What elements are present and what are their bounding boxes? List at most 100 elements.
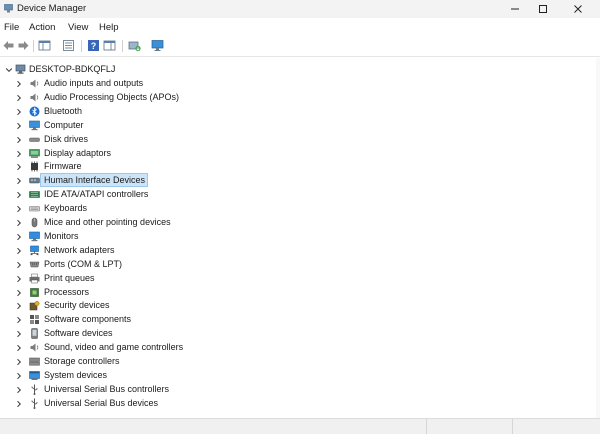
show-hide-console-tree-icon[interactable] — [38, 39, 51, 52]
processor-icon — [30, 287, 39, 297]
tree-item-label: Software devices — [44, 328, 113, 339]
tree-item[interactable]: Storage controllers — [0, 355, 300, 368]
speaker-icon — [30, 343, 39, 352]
chevron-right-icon[interactable] — [15, 94, 23, 102]
tree-item[interactable]: IDE ATA/ATAPI controllers — [0, 188, 300, 201]
tree-item[interactable]: Processors — [0, 286, 300, 299]
network-icon — [30, 245, 39, 255]
chevron-right-icon[interactable] — [15, 400, 23, 408]
status-bar — [0, 418, 600, 434]
back-icon[interactable] — [2, 39, 15, 52]
tree-item-label: Storage controllers — [44, 356, 120, 366]
properties-icon[interactable] — [62, 39, 75, 52]
monitor-icon[interactable] — [151, 39, 164, 52]
tree-item-label: IDE ATA/ATAPI controllers — [44, 189, 149, 200]
tree-item[interactable]: Software devices — [0, 327, 300, 340]
vertical-scrollbar[interactable] — [596, 58, 600, 418]
menu-bar: File Action View Help — [0, 19, 600, 35]
tree-item[interactable]: Sound, video and game controllers — [0, 341, 300, 354]
chevron-right-icon[interactable] — [15, 386, 23, 394]
chevron-right-icon[interactable] — [15, 247, 23, 255]
monitor-icon — [29, 231, 40, 242]
tree-item[interactable]: Ports (COM & LPT) — [0, 258, 300, 271]
tree-item[interactable]: System devices — [0, 369, 300, 382]
chevron-right-icon[interactable] — [15, 330, 23, 338]
software-component-icon — [30, 315, 39, 325]
chevron-right-icon[interactable] — [15, 372, 23, 380]
chevron-right-icon[interactable] — [15, 122, 23, 130]
chevron-right-icon[interactable] — [15, 80, 23, 88]
tree-item-label: Security devices — [44, 300, 110, 311]
tree-item[interactable]: Mice and other pointing devices — [0, 216, 300, 229]
svg-text:?: ? — [91, 41, 97, 51]
tree-item[interactable]: Universal Serial Bus controllers — [0, 383, 300, 396]
tree-item[interactable]: Keyboards — [0, 202, 300, 215]
tree-item[interactable]: Print queues — [0, 272, 300, 285]
chevron-right-icon[interactable] — [15, 275, 23, 283]
tree-item[interactable]: Monitors — [0, 230, 300, 243]
status-divider — [512, 419, 513, 434]
toolbar-separator — [81, 40, 82, 52]
tree-item-label: Print queues — [44, 272, 95, 283]
software-device-icon — [31, 328, 38, 339]
menu-view[interactable]: View — [68, 22, 88, 33]
tree-item-label: Universal Serial Bus devices — [44, 397, 159, 408]
tree-item-label: Ports (COM & LPT) — [44, 258, 123, 269]
tree-item[interactable]: Bluetooth — [0, 105, 300, 118]
tree-item[interactable]: Disk drives — [0, 133, 300, 146]
update-driver-icon[interactable] — [128, 39, 141, 52]
hid-icon — [29, 178, 40, 184]
menu-action[interactable]: Action — [29, 22, 55, 33]
tree-item[interactable]: Security devices — [0, 299, 300, 312]
maximize-icon — [539, 5, 547, 13]
chevron-right-icon[interactable] — [15, 289, 23, 297]
tree-item-label: Universal Serial Bus controllers — [44, 383, 170, 394]
tree-item-label: Computer — [44, 119, 84, 130]
chip-icon — [31, 161, 38, 172]
forward-icon[interactable] — [17, 39, 30, 52]
tree-item[interactable]: Firmware — [0, 160, 300, 173]
chevron-right-icon[interactable] — [15, 108, 23, 116]
chevron-right-icon[interactable] — [15, 191, 23, 199]
display-adapter-icon — [29, 148, 40, 158]
chevron-right-icon[interactable] — [15, 302, 23, 310]
tree-item[interactable]: Network adapters — [0, 244, 300, 257]
usb-icon — [31, 398, 38, 409]
action-pane-icon[interactable] — [103, 39, 116, 52]
chevron-right-icon[interactable] — [15, 358, 23, 366]
tree-item-label: Display adaptors — [44, 147, 112, 158]
chevron-right-icon[interactable] — [15, 136, 23, 144]
tree-root[interactable]: DESKTOP-BDKQFLJ — [0, 63, 200, 76]
speaker-icon — [30, 93, 39, 102]
tree-item-label: Audio inputs and outputs — [44, 78, 144, 88]
tree-item[interactable]: Software components — [0, 313, 300, 326]
tree-item[interactable]: Audio inputs and outputs — [0, 77, 300, 90]
menu-help[interactable]: Help — [99, 22, 119, 33]
chevron-down-icon[interactable] — [5, 66, 13, 74]
chevron-right-icon[interactable] — [15, 233, 23, 241]
tree-item[interactable]: Audio Processing Objects (APOs) — [0, 91, 300, 104]
tree-item[interactable]: Human Interface Devices — [0, 173, 300, 188]
tree-item[interactable]: Computer — [0, 119, 300, 132]
chevron-right-icon[interactable] — [15, 205, 23, 213]
tree-item[interactable]: Universal Serial Bus devices — [0, 397, 300, 410]
device-tree: DESKTOP-BDKQFLJ Audio inputs and outputs… — [0, 58, 600, 418]
chevron-right-icon[interactable] — [15, 344, 23, 352]
chevron-right-icon[interactable] — [15, 150, 23, 158]
close-button[interactable] — [561, 0, 595, 18]
chevron-right-icon[interactable] — [15, 177, 23, 185]
window-title: Device Manager — [17, 3, 87, 14]
tree-item-label: Keyboards — [44, 203, 88, 214]
tree-item-label: Sound, video and game controllers — [44, 342, 184, 353]
chevron-right-icon[interactable] — [15, 261, 23, 269]
menu-file[interactable]: File — [4, 22, 19, 33]
usb-icon — [31, 384, 38, 395]
help-icon[interactable]: ? — [87, 39, 100, 52]
computer-icon — [15, 64, 26, 74]
tree-item[interactable]: Display adaptors — [0, 147, 300, 160]
maximize-button[interactable] — [526, 0, 560, 18]
minimize-icon — [511, 8, 519, 10]
chevron-right-icon[interactable] — [15, 316, 23, 324]
chevron-right-icon[interactable] — [15, 163, 23, 171]
chevron-right-icon[interactable] — [15, 219, 23, 227]
